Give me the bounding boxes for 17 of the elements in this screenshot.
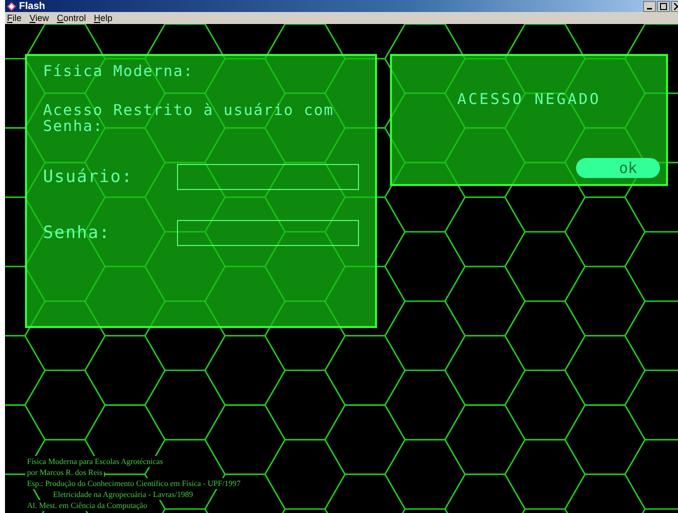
minimize-button[interactable]: [643, 0, 656, 12]
app-icon: [7, 2, 16, 10]
panel-title: Física Moderna:: [43, 62, 194, 80]
input-field[interactable]: [177, 164, 359, 190]
menu-item[interactable]: File: [7, 13, 22, 23]
field-label: Usuário:: [43, 167, 134, 187]
field-label: Senha:: [43, 223, 112, 243]
ok-button[interactable]: ok: [576, 158, 660, 178]
access-message: Acesso Restrito à usuário com Senha:: [43, 102, 335, 134]
menu-item[interactable]: Help: [94, 13, 112, 23]
input-field[interactable]: [177, 220, 359, 246]
menu-item[interactable]: View: [30, 13, 49, 23]
alert-message: ACESSO NEGADO: [457, 90, 601, 108]
maximize-button[interactable]: [657, 0, 670, 12]
window-title: Flash: [19, 0, 46, 12]
menu-item[interactable]: Control: [56, 13, 86, 23]
maximize-icon: [660, 2, 667, 10]
